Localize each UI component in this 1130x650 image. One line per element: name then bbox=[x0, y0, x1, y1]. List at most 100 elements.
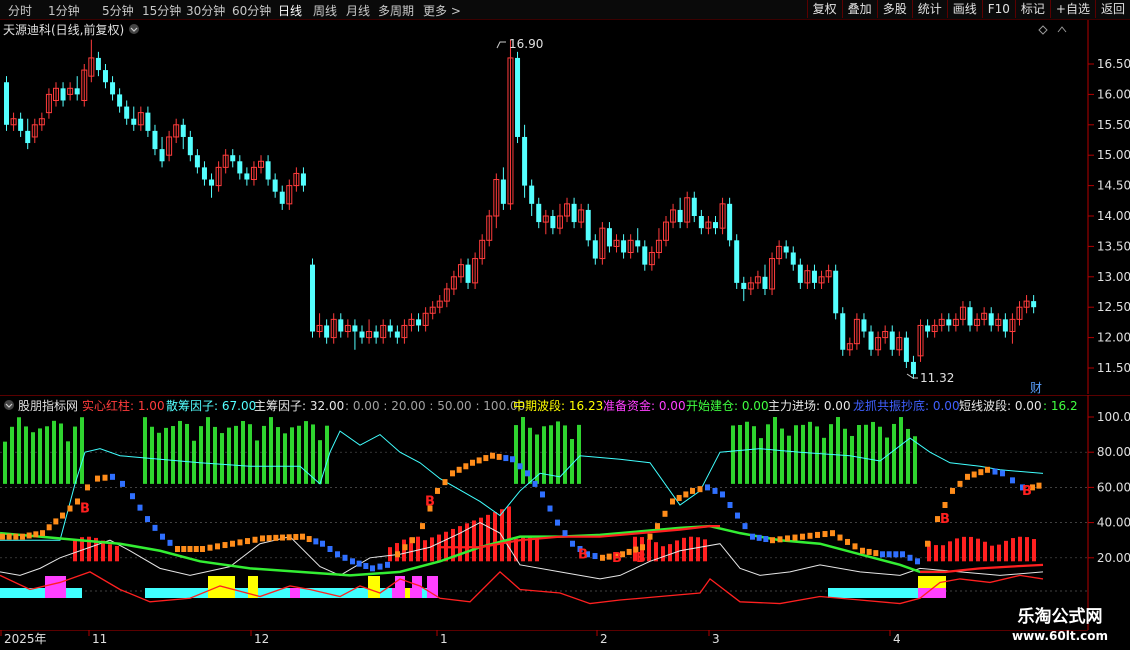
green-hist-bar bbox=[262, 425, 266, 484]
green-hist-bar bbox=[220, 433, 224, 484]
indicator-dropdown-icon[interactable] bbox=[4, 400, 14, 410]
band-square bbox=[167, 539, 173, 546]
candle-body-down bbox=[324, 325, 330, 338]
candle-body-down bbox=[585, 209, 591, 241]
green-hist-bar bbox=[45, 426, 49, 484]
legend-item-8: 龙抓共振抄底: 0.00 bbox=[853, 398, 960, 413]
band-square bbox=[965, 473, 970, 480]
red-hist-bar bbox=[73, 539, 77, 562]
period-tab-3[interactable]: 15分钟 bbox=[142, 2, 181, 19]
red-hist-bar bbox=[1011, 538, 1015, 562]
legend-item-5: 准备资金: 0.00 bbox=[603, 398, 686, 413]
indicator-chart[interactable]: B BB B BBB 100.080.0060.0040.0020.00 股朋指标网 … bbox=[0, 395, 1130, 630]
band-square bbox=[181, 546, 187, 552]
green-hist-bar bbox=[206, 417, 210, 484]
green-hist-bar bbox=[780, 428, 784, 484]
signal-strip-block bbox=[290, 588, 300, 598]
red-hist-bar bbox=[108, 544, 112, 562]
green-hist-bar bbox=[570, 438, 574, 484]
candlestick-chart[interactable]: 天源迪科(日线,前复权) 16.50 16.00 15.50 15.00 14.50 14… bbox=[0, 20, 1130, 394]
candle-body-down bbox=[1002, 319, 1008, 332]
toolbar-button-1[interactable]: 叠加 bbox=[841, 0, 877, 18]
green-hist-bar bbox=[878, 426, 882, 484]
title-dropdown-icon[interactable] bbox=[129, 24, 139, 34]
band-square bbox=[342, 554, 348, 561]
toolbar-button-5[interactable]: F10 bbox=[981, 0, 1015, 18]
band-square bbox=[222, 542, 228, 549]
candle-body-down bbox=[237, 161, 243, 174]
toolbar-button-4[interactable]: 画线 bbox=[946, 0, 982, 18]
green-hist-bar bbox=[311, 424, 315, 484]
band-square bbox=[200, 546, 205, 552]
y-tick-label: 12.50 bbox=[1097, 300, 1130, 314]
band-square bbox=[503, 455, 509, 462]
red-hist-bar bbox=[493, 512, 497, 562]
red-hist-bar bbox=[1025, 537, 1029, 562]
period-tab-7[interactable]: 周线 bbox=[313, 2, 337, 19]
period-tab-6[interactable]: 日线 bbox=[278, 2, 302, 19]
candle-body-down bbox=[201, 167, 207, 180]
red-hist-bar bbox=[668, 544, 672, 562]
band-square bbox=[763, 536, 769, 543]
y-tick-label: 16.50 bbox=[1097, 57, 1130, 71]
y-tick-label: 12.00 bbox=[1097, 331, 1130, 345]
band-square bbox=[777, 536, 783, 543]
band-square bbox=[676, 494, 682, 501]
period-tab-0[interactable]: 分时 bbox=[8, 2, 32, 19]
band-square bbox=[300, 533, 305, 540]
period-tab-2[interactable]: 5分钟 bbox=[102, 2, 134, 19]
candle-body-down bbox=[861, 319, 867, 332]
toolbar-button-6[interactable]: 标记 bbox=[1014, 0, 1050, 18]
green-hist-bar bbox=[871, 421, 875, 484]
band-square bbox=[370, 565, 375, 572]
green-hist-bar bbox=[52, 420, 56, 484]
band-square bbox=[792, 534, 798, 541]
band-square bbox=[363, 563, 369, 570]
band-square bbox=[942, 502, 948, 508]
band-square bbox=[442, 479, 448, 486]
buy-marker: B bbox=[612, 551, 622, 566]
toolbar-button-7[interactable]: +自选 bbox=[1049, 0, 1095, 18]
x-tick-label: 1 bbox=[440, 632, 448, 646]
band-square bbox=[893, 551, 899, 558]
toolbar-button-0[interactable]: 复权 bbox=[806, 0, 842, 18]
candle-body-down bbox=[741, 282, 747, 289]
green-hist-bar bbox=[745, 421, 749, 484]
red-hist-bar bbox=[962, 536, 966, 562]
band-square bbox=[925, 540, 930, 547]
band-square bbox=[1010, 477, 1015, 484]
band-square bbox=[525, 470, 530, 477]
right-button-group: 复权 叠加 多股 统计 画线 F10 标记 +自选 返回 bbox=[806, 0, 1130, 19]
band-square bbox=[971, 471, 977, 478]
period-tab-1[interactable]: 1分钟 bbox=[48, 2, 80, 19]
green-hist-bar bbox=[843, 428, 847, 484]
period-tab-5[interactable]: 60分钟 bbox=[232, 2, 271, 19]
red-hist-bar bbox=[416, 536, 420, 562]
period-tab-8[interactable]: 月线 bbox=[346, 2, 370, 19]
green-hist-bar bbox=[836, 417, 840, 484]
candle-body-down bbox=[988, 313, 994, 326]
collapse-icon[interactable] bbox=[1057, 26, 1067, 33]
toolbar-button-3[interactable]: 统计 bbox=[911, 0, 947, 18]
band-square bbox=[385, 561, 390, 568]
band-square bbox=[20, 533, 25, 540]
period-tab-4[interactable]: 30分钟 bbox=[186, 2, 225, 19]
period-tab-10[interactable]: 更多 > bbox=[423, 2, 461, 19]
x-tick-label: 4 bbox=[893, 632, 901, 646]
band-square bbox=[815, 531, 820, 538]
band-square bbox=[517, 463, 523, 470]
candle-body-down bbox=[811, 270, 817, 283]
green-hist-bar bbox=[24, 426, 28, 484]
green-hist-bar bbox=[199, 426, 203, 484]
toolbar-button-2[interactable]: 多股 bbox=[876, 0, 912, 18]
green-hist-bar bbox=[906, 428, 910, 484]
band-square bbox=[273, 534, 279, 541]
y-tick-label: 14.50 bbox=[1097, 179, 1130, 193]
candle-body-down bbox=[529, 185, 535, 204]
period-tab-9[interactable]: 多周期 bbox=[378, 2, 414, 19]
candle-body-down bbox=[571, 203, 577, 223]
toolbar-button-8[interactable]: 返回 bbox=[1094, 0, 1130, 18]
band-square bbox=[33, 531, 39, 538]
diamond-icon[interactable] bbox=[1038, 25, 1048, 35]
red-hist-bar bbox=[969, 536, 973, 562]
